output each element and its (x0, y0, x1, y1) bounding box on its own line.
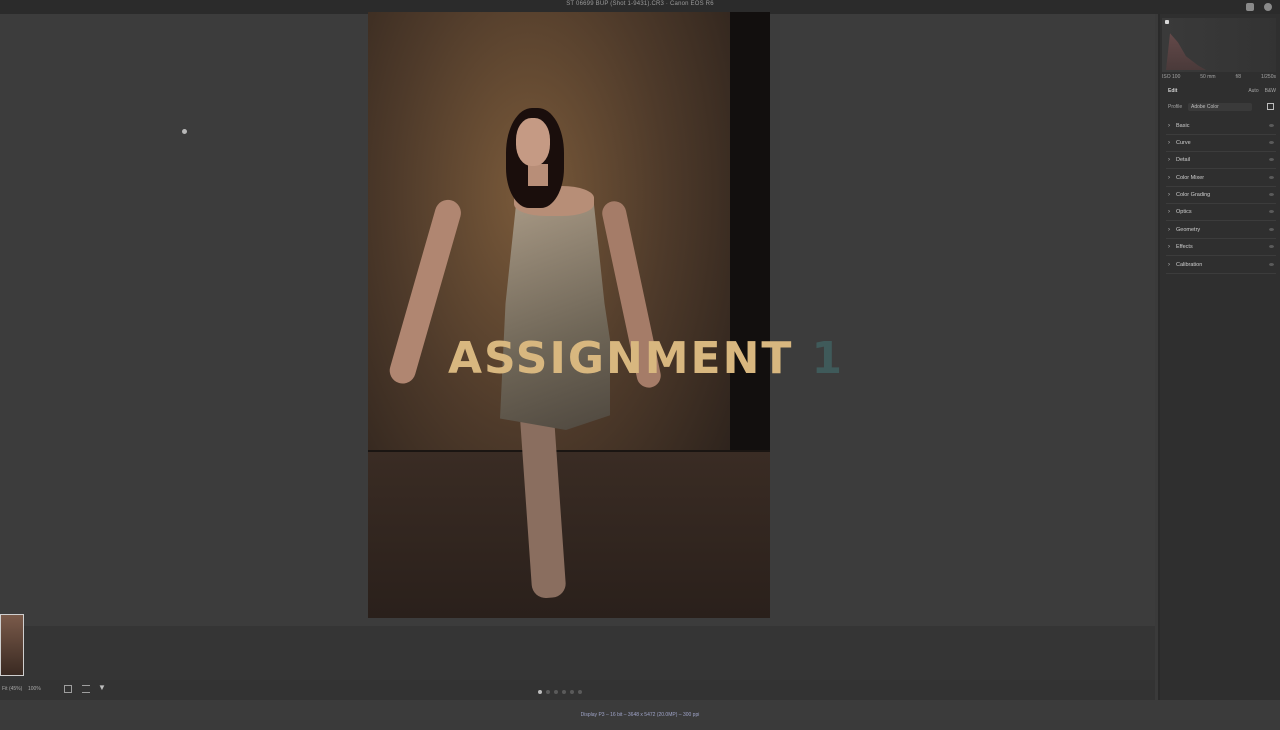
page-dot[interactable] (562, 690, 566, 694)
page-dot[interactable] (546, 690, 550, 694)
clipping-warning-icon[interactable] (1165, 20, 1169, 24)
visibility-icon[interactable] (1269, 124, 1274, 127)
chevron-right-icon: › (1168, 244, 1170, 250)
section-label: Effects (1176, 244, 1193, 250)
profile-select[interactable]: Adobe Color (1188, 103, 1252, 111)
assignment-word: ASSIGNMENT (448, 333, 794, 384)
fit-zoom-select[interactable]: Fit (45%) (2, 686, 22, 692)
profile-label: Profile (1168, 104, 1183, 110)
visibility-icon[interactable] (1269, 141, 1274, 144)
panel-divider (1158, 14, 1160, 720)
filmstrip-toggle-icon[interactable] (64, 685, 72, 693)
visibility-icon[interactable] (1269, 210, 1274, 213)
bw-button[interactable]: B&W (1265, 88, 1276, 94)
visibility-icon[interactable] (1269, 176, 1274, 179)
chevron-right-icon: › (1168, 175, 1170, 181)
edit-panel: ISO 100 50 mm f/8 1/250s Edit Auto B&W P… (1158, 14, 1280, 720)
photo-preview[interactable] (368, 12, 770, 618)
page-dot[interactable] (570, 690, 574, 694)
edit-header: Edit Auto B&W (1168, 88, 1276, 98)
exif-aperture: f/8 (1235, 74, 1242, 80)
exif-iso: ISO 100 (1162, 74, 1181, 80)
window-title: ST 06699 BUP (Shot 1-9431).CR3 · Canon E… (566, 1, 714, 7)
section-label: Basic (1176, 123, 1190, 129)
histogram (1162, 18, 1276, 72)
section-label: Color Mixer (1176, 175, 1205, 181)
chevron-right-icon: › (1168, 123, 1170, 129)
filter-icon[interactable]: ▼ (98, 683, 106, 692)
pagination-dots (538, 690, 582, 694)
section-effects[interactable]: › Effects (1166, 239, 1276, 256)
section-label: Optics (1176, 209, 1192, 215)
page-dot[interactable] (578, 690, 582, 694)
workflow-options-link[interactable]: Display P3 – 16 bit – 3648 x 5472 (20.0M… (0, 700, 1280, 720)
exif-focal: 50 mm (1200, 74, 1216, 80)
histogram-graph (1166, 33, 1206, 70)
section-color-mixer[interactable]: › Color Mixer (1166, 170, 1276, 187)
assignment-number: 1 (811, 333, 845, 384)
section-label: Curve (1176, 140, 1191, 146)
visibility-icon[interactable] (1269, 193, 1274, 196)
section-detail[interactable]: › Detail (1166, 152, 1276, 169)
edit-title: Edit (1168, 88, 1178, 94)
section-label: Geometry (1176, 227, 1201, 233)
exif-info: ISO 100 50 mm f/8 1/250s (1162, 74, 1276, 84)
page-dot[interactable] (538, 690, 542, 694)
zoom-level-select[interactable]: 100% (28, 686, 41, 692)
settings-icon[interactable] (1264, 3, 1272, 11)
assignment-overlay: ASSIGNMENT 1 (448, 334, 844, 384)
chevron-right-icon: › (1168, 227, 1170, 233)
visibility-icon[interactable] (1269, 245, 1274, 248)
section-calibration[interactable]: › Calibration (1166, 257, 1276, 274)
visibility-icon[interactable] (1269, 228, 1274, 231)
chevron-right-icon: › (1168, 262, 1170, 268)
profile-browser-icon[interactable] (1267, 103, 1274, 110)
cursor-icon (182, 129, 187, 134)
auto-button[interactable]: Auto (1248, 88, 1258, 94)
exif-shutter: 1/250s (1260, 74, 1276, 80)
section-curve[interactable]: › Curve (1166, 135, 1276, 152)
section-optics[interactable]: › Optics (1166, 204, 1276, 221)
profile-row: Profile Adobe Color (1168, 103, 1276, 114)
chevron-right-icon: › (1168, 209, 1170, 215)
photo-door (730, 12, 770, 482)
sort-icon[interactable] (82, 685, 90, 693)
section-basic[interactable]: › Basic (1166, 118, 1276, 135)
workflow-options-text[interactable]: Display P3 – 16 bit – 3648 x 5472 (20.0M… (581, 712, 700, 718)
section-label: Calibration (1176, 262, 1203, 268)
section-label: Color Grading (1176, 192, 1211, 198)
section-color-grading[interactable]: › Color Grading (1166, 187, 1276, 204)
page-dot[interactable] (554, 690, 558, 694)
chevron-right-icon: › (1168, 157, 1170, 163)
filmstrip (0, 614, 1155, 680)
filmstrip-thumbnail[interactable] (0, 614, 24, 676)
chevron-right-icon: › (1168, 192, 1170, 198)
save-icon[interactable] (1246, 3, 1254, 11)
visibility-icon[interactable] (1269, 263, 1274, 266)
section-geometry[interactable]: › Geometry (1166, 222, 1276, 239)
chevron-right-icon: › (1168, 140, 1170, 146)
visibility-icon[interactable] (1269, 158, 1274, 161)
section-label: Detail (1176, 157, 1191, 163)
